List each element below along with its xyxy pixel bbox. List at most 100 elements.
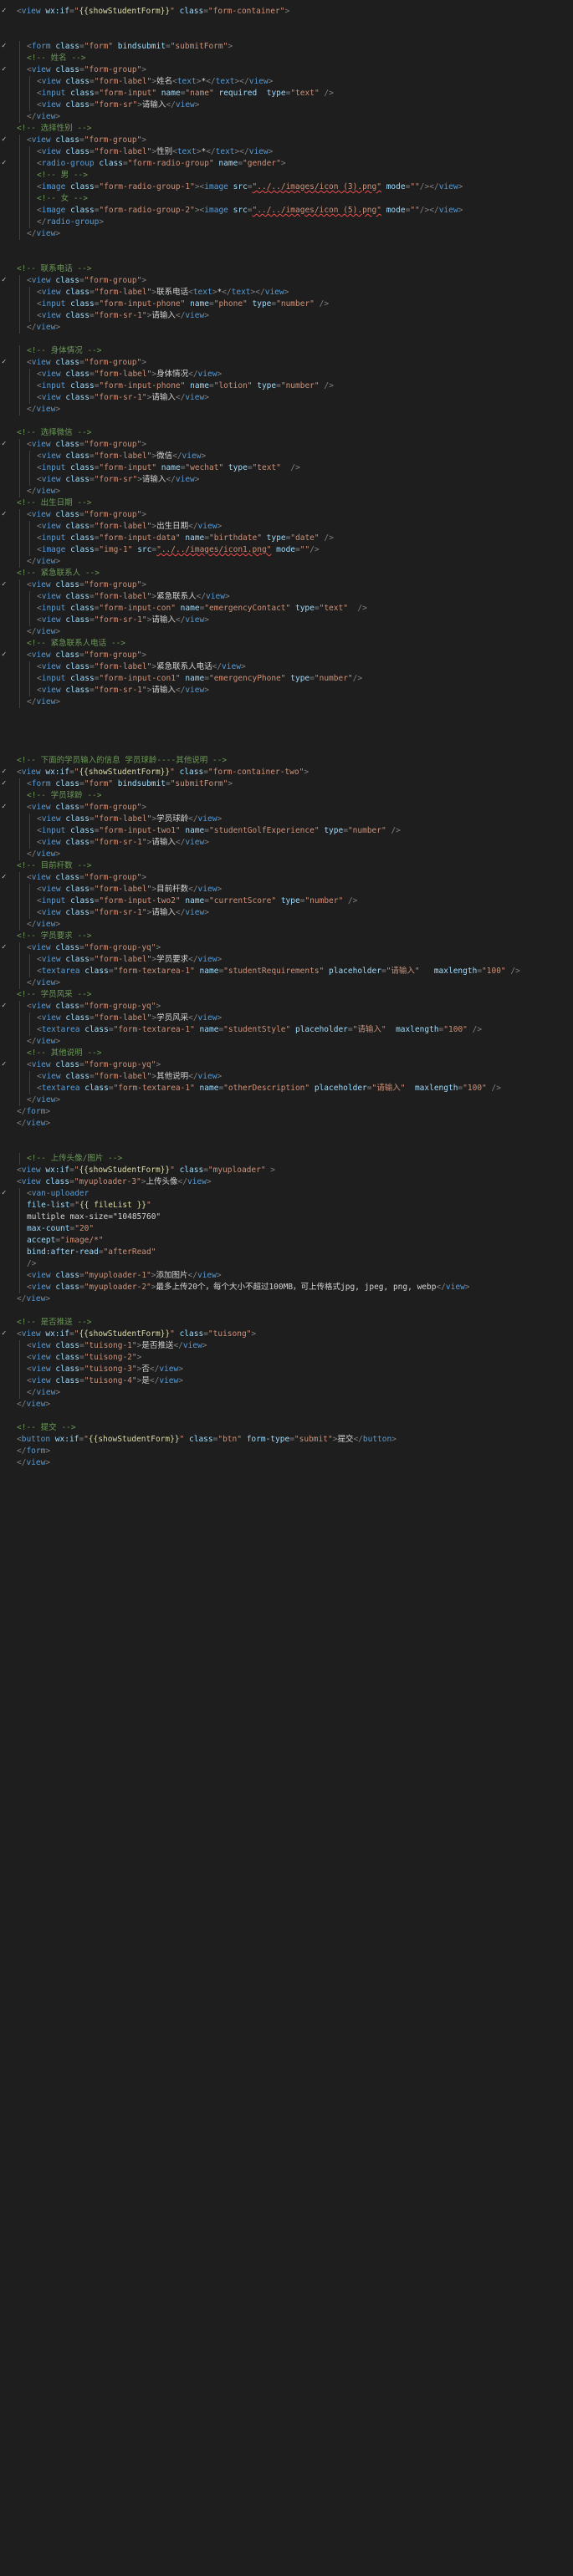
- code-line[interactable]: <view class="myuploader-1">添加图片</view>: [0, 1270, 573, 1282]
- code-line[interactable]: ✓ <van-uploader: [0, 1188, 573, 1200]
- code-line[interactable]: [0, 18, 573, 29]
- code-line[interactable]: <view class="form-label">联系电话<text>*</te…: [0, 287, 573, 298]
- code-line[interactable]: [0, 334, 573, 345]
- code-line[interactable]: ✓ <view class="form-group">: [0, 579, 573, 591]
- code-line[interactable]: </view>: [0, 1457, 573, 1469]
- fold-chevron-icon[interactable]: ✓: [2, 780, 9, 788]
- code-line[interactable]: <!-- 是否推送 -->: [0, 1317, 573, 1329]
- code-line[interactable]: </form>: [0, 1446, 573, 1457]
- code-line[interactable]: file-list="{{ fileList }}": [0, 1200, 573, 1211]
- code-line[interactable]: </view>: [0, 977, 573, 989]
- fold-chevron-icon[interactable]: ✓: [2, 136, 9, 144]
- code-line[interactable]: <!-- 身体情况 -->: [0, 345, 573, 357]
- code-line[interactable]: </view>: [0, 1387, 573, 1399]
- code-line[interactable]: [0, 29, 573, 41]
- code-line[interactable]: <view class="tuisong-3">否</view>: [0, 1364, 573, 1375]
- code-line[interactable]: <input class="form-input" name="name" re…: [0, 88, 573, 99]
- code-line[interactable]: multiple max-size="10485760": [0, 1211, 573, 1223]
- code-editor[interactable]: ✓ <view wx:if="{{showStudentForm}}" class…: [0, 0, 573, 2576]
- code-line[interactable]: <view class="form-sr-1">请输入</view>: [0, 615, 573, 626]
- code-line[interactable]: ✓ <view class="form-group">: [0, 135, 573, 146]
- code-line[interactable]: </radio-group>: [0, 217, 573, 228]
- code-line[interactable]: </view>: [0, 322, 573, 334]
- code-line[interactable]: <image class="img-1" src="../../images/i…: [0, 544, 573, 556]
- code-line[interactable]: </view>: [0, 1094, 573, 1106]
- code-line[interactable]: <view class="form-sr-1">请输入</view>: [0, 685, 573, 696]
- code-line[interactable]: <!-- 紧急联系人 -->: [0, 568, 573, 579]
- code-line[interactable]: </view>: [0, 556, 573, 568]
- code-line[interactable]: <!-- 学员风采 -->: [0, 989, 573, 1001]
- fold-chevron-icon[interactable]: ✓: [2, 359, 9, 366]
- code-line[interactable]: <view class="form-label">出生日期</view>: [0, 521, 573, 533]
- code-line[interactable]: <!-- 出生日期 -->: [0, 497, 573, 509]
- code-line[interactable]: />: [0, 1258, 573, 1270]
- fold-chevron-icon[interactable]: ✓: [2, 803, 9, 811]
- code-line[interactable]: <view class="form-label">紧急联系人电话</view>: [0, 661, 573, 673]
- code-line[interactable]: ✓ <view class="form-group-yq">: [0, 1001, 573, 1013]
- code-line[interactable]: [0, 1305, 573, 1317]
- fold-chevron-icon[interactable]: ✓: [2, 1061, 9, 1069]
- code-line[interactable]: <view wx:if="{{showStudentForm}}" class=…: [0, 1165, 573, 1176]
- code-line[interactable]: </view>: [0, 1293, 573, 1305]
- code-line[interactable]: </view>: [0, 626, 573, 638]
- code-line[interactable]: ✓ <view class="form-group">: [0, 872, 573, 884]
- code-line[interactable]: <view class="tuisong-1">是否推送</view>: [0, 1340, 573, 1352]
- code-line[interactable]: <input class="form-input-con" name="emer…: [0, 603, 573, 615]
- code-line[interactable]: <!-- 女 -->: [0, 193, 573, 205]
- code-line[interactable]: <view class="form-label">微信</view>: [0, 451, 573, 462]
- code-line[interactable]: <view class="form-label">其他说明</view>: [0, 1071, 573, 1083]
- fold-chevron-icon[interactable]: ✓: [2, 944, 9, 951]
- code-line[interactable]: <!-- 上传头像/图片 -->: [0, 1153, 573, 1165]
- code-line[interactable]: <view class="tuisong-2">: [0, 1352, 573, 1364]
- code-line[interactable]: [0, 743, 573, 755]
- code-line[interactable]: <view class="form-label">姓名<text>*</text…: [0, 76, 573, 88]
- code-line[interactable]: <view class="form-label">目前杆数</view>: [0, 884, 573, 895]
- code-line[interactable]: <input class="form-input-phone" name="ph…: [0, 298, 573, 310]
- code-line[interactable]: ✓ <view class="form-group-yq">: [0, 1059, 573, 1071]
- code-line[interactable]: <!-- 其他说明 -->: [0, 1048, 573, 1059]
- code-line[interactable]: ✓ <view class="form-group">: [0, 650, 573, 661]
- code-line[interactable]: <!-- 学员球龄 -->: [0, 790, 573, 802]
- code-line[interactable]: </view>: [0, 228, 573, 240]
- code-line[interactable]: [0, 708, 573, 720]
- code-line[interactable]: <view class="form-sr">请输入</view>: [0, 474, 573, 486]
- code-line[interactable]: ✓ <view wx:if="{{showStudentForm}}" class…: [0, 6, 573, 18]
- code-line[interactable]: max-count="20": [0, 1223, 573, 1235]
- code-line[interactable]: <view class="form-sr-1">请输入</view>: [0, 907, 573, 919]
- code-line[interactable]: <view class="myuploader-3">上传头像</view>: [0, 1176, 573, 1188]
- code-line[interactable]: <!-- 紧急联系人电话 -->: [0, 638, 573, 650]
- code-line[interactable]: </view>: [0, 486, 573, 497]
- code-line[interactable]: ✓ <view class="form-group">: [0, 357, 573, 369]
- code-line[interactable]: <input class="form-input-phone" name="lo…: [0, 380, 573, 392]
- code-line[interactable]: <!-- 学员要求 -->: [0, 931, 573, 942]
- code-line[interactable]: <input class="form-input" name="wechat" …: [0, 462, 573, 474]
- code-line[interactable]: <image class="form-radio-group-1"><image…: [0, 181, 573, 193]
- fold-chevron-icon[interactable]: ✓: [2, 874, 9, 881]
- fold-chevron-icon[interactable]: ✓: [2, 1330, 9, 1338]
- code-line[interactable]: <view class="form-label">学员球龄</view>: [0, 814, 573, 825]
- code-line[interactable]: <button wx:if="{{showStudentForm}}" clas…: [0, 1434, 573, 1446]
- code-line[interactable]: </view>: [0, 1399, 573, 1410]
- code-line[interactable]: ✓ <form class="form" bindsubmit="submitFo…: [0, 41, 573, 53]
- code-line[interactable]: ✓ <form class="form" bindsubmit="submitFo…: [0, 778, 573, 790]
- code-line[interactable]: [0, 252, 573, 263]
- code-line[interactable]: [0, 720, 573, 732]
- code-line[interactable]: ✓ <view class="form-group">: [0, 275, 573, 287]
- code-line[interactable]: [0, 416, 573, 427]
- fold-chevron-icon[interactable]: ✓: [2, 768, 9, 776]
- code-line[interactable]: <view class="form-label">身体情况</view>: [0, 369, 573, 380]
- code-line[interactable]: ✓ <radio-group class="form-radio-group" n…: [0, 158, 573, 170]
- code-line[interactable]: ✓ <view class="form-group">: [0, 439, 573, 451]
- code-line[interactable]: <textarea class="form-textarea-1" name="…: [0, 1083, 573, 1094]
- code-line[interactable]: <view class="form-label">性别<text>*</text…: [0, 146, 573, 158]
- code-line[interactable]: <view class="form-label">紧急联系人</view>: [0, 591, 573, 603]
- fold-chevron-icon[interactable]: ✓: [2, 277, 9, 284]
- code-line[interactable]: ✓ <view class="form-group">: [0, 509, 573, 521]
- code-line[interactable]: </view>: [0, 111, 573, 123]
- fold-chevron-icon[interactable]: ✓: [2, 160, 9, 167]
- code-line[interactable]: </view>: [0, 1118, 573, 1130]
- code-line[interactable]: ✓ <view class="form-group">: [0, 64, 573, 76]
- code-line[interactable]: <input class="form-input-two2" name="cur…: [0, 895, 573, 907]
- code-line[interactable]: <view class="form-sr-1">请输入</view>: [0, 837, 573, 849]
- fold-chevron-icon[interactable]: ✓: [2, 1002, 9, 1010]
